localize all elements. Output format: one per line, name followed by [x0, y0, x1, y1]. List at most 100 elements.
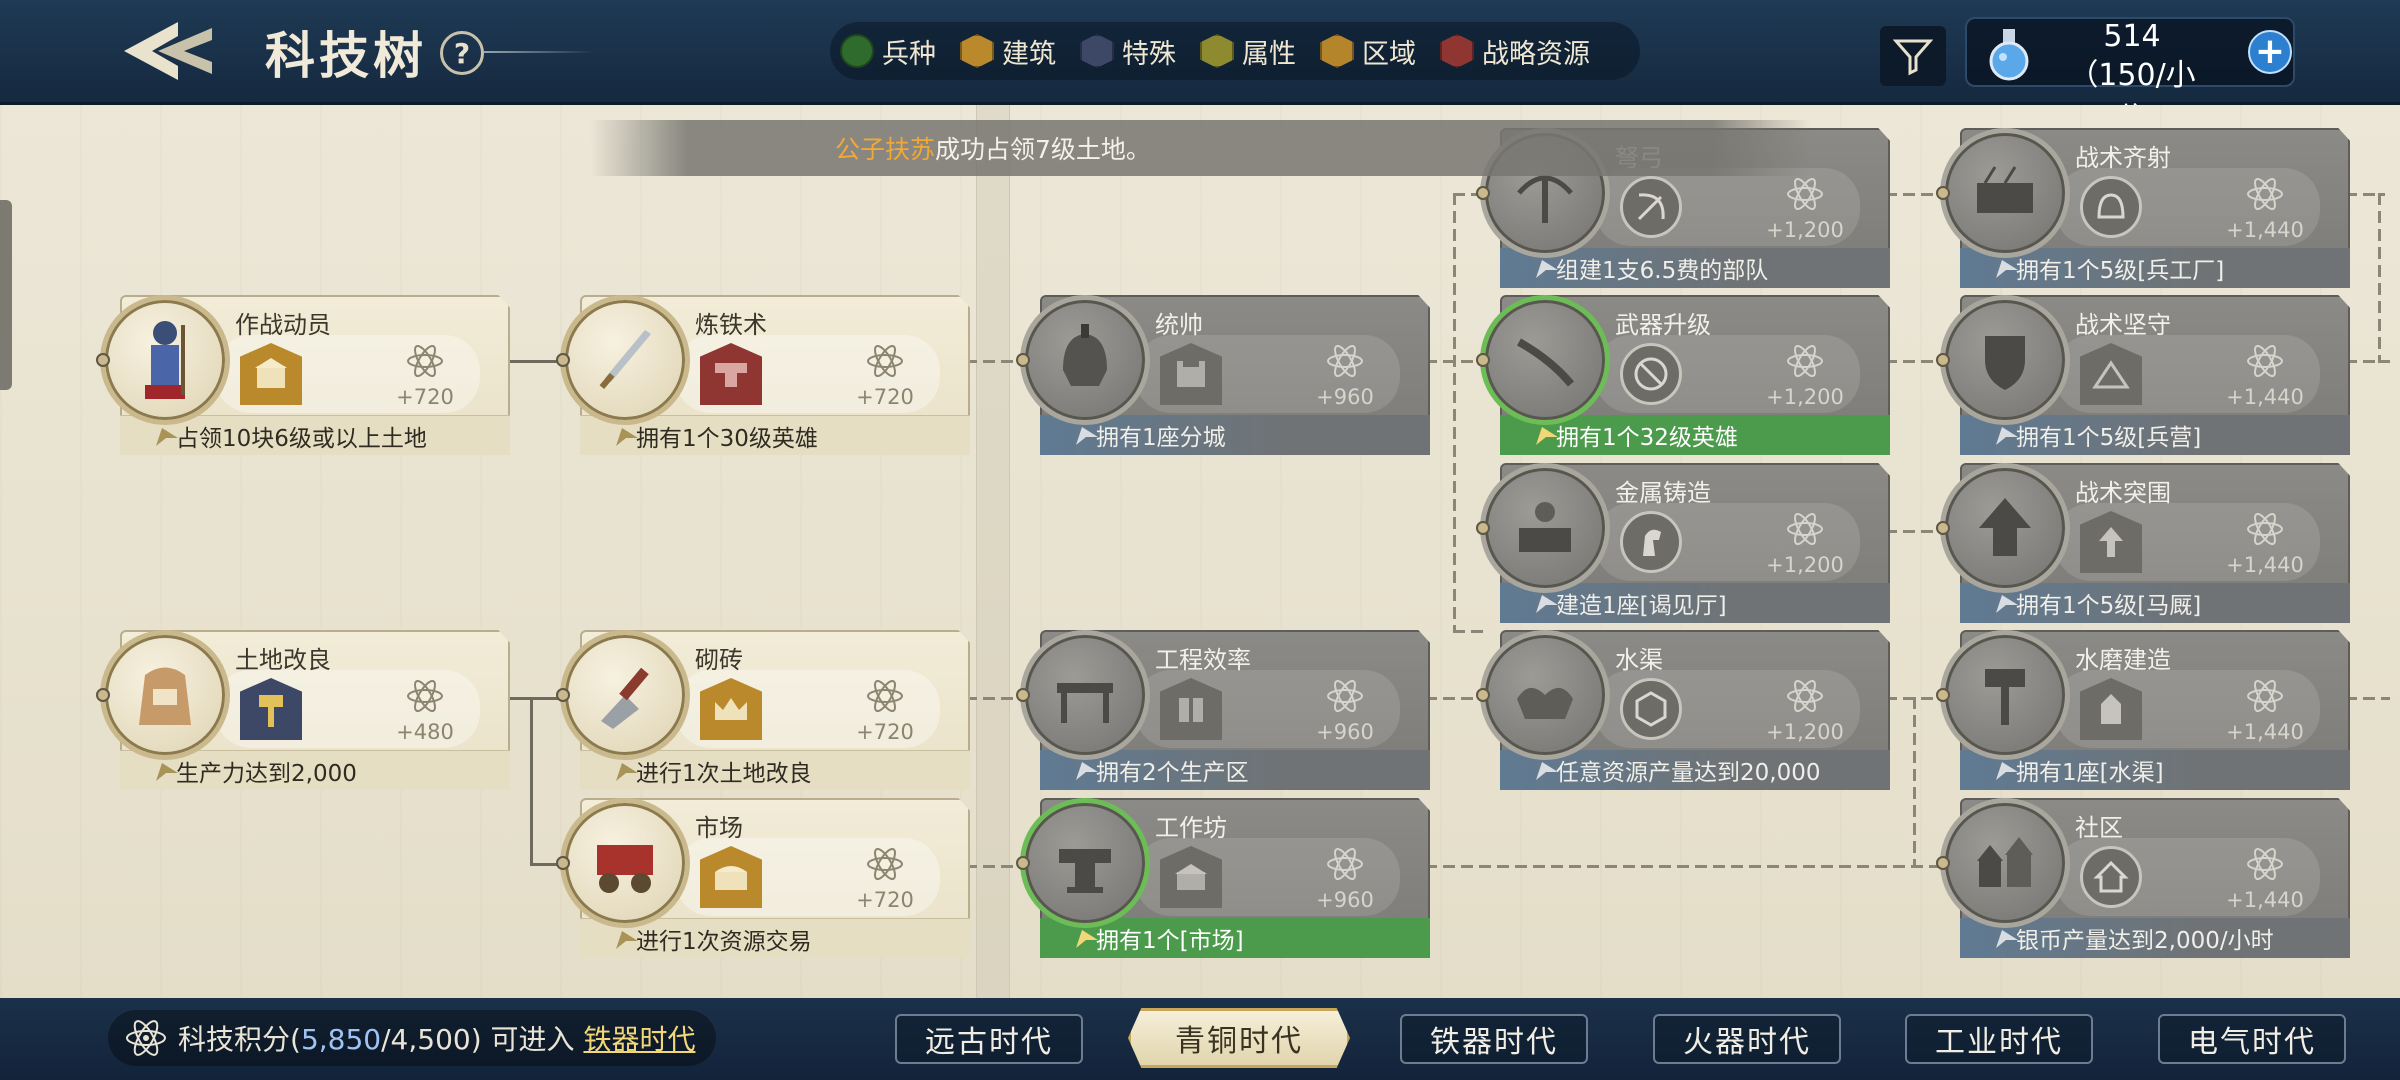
node-cost: +960 — [1316, 720, 1374, 744]
tech-node-gongzuofang[interactable]: 工作坊 +960 拥有1个[市场] — [1016, 798, 1430, 958]
atom-icon — [126, 1020, 166, 1056]
resource-value: 514 — [2103, 19, 2161, 54]
tab-era-bronze[interactable]: 青铜时代 — [1128, 1008, 1350, 1068]
tech-node-shuimo[interactable]: 水磨建造 +1,440 拥有1座[水渠] — [1936, 630, 2350, 790]
connector — [530, 697, 533, 865]
atom-icon — [1787, 512, 1823, 546]
legend-item-strategic[interactable]: 战略资源 — [1440, 32, 1590, 71]
tab-era-gunpowder[interactable]: 火器时代 — [1653, 1014, 1841, 1064]
connector-pin — [1936, 856, 1950, 870]
tech-score-text: 科技积分(5,850/4,500) 可进入 铁器时代 — [178, 1018, 695, 1058]
node-cost: +1,200 — [1766, 218, 1844, 242]
tech-node-gongcheng[interactable]: 工程效率 +960 拥有2个生产区 — [1016, 630, 1430, 790]
legend-label: 属性 — [1242, 38, 1296, 70]
node-cost: +480 — [396, 720, 454, 744]
tech-resource-box: 514 （150/小时） — [1965, 17, 2295, 137]
connector-pin — [1476, 353, 1490, 367]
forge-portrait-icon — [1480, 463, 1610, 593]
requirement-arrow-icon — [1996, 930, 2018, 948]
connector-pin — [1936, 353, 1950, 367]
sword-portrait-icon — [560, 295, 690, 425]
tab-era-electric[interactable]: 电气时代 — [2158, 1014, 2346, 1064]
atom-icon — [1787, 177, 1823, 211]
unit-swatch-icon — [840, 34, 874, 68]
connector — [1913, 697, 1916, 865]
node-cost: +960 — [1316, 385, 1374, 409]
aqueduct-round-icon — [1620, 678, 1682, 740]
tech-node-shichang[interactable]: 市场 +720 进行1次资源交易 — [556, 798, 970, 958]
hammer-portrait-icon — [1940, 630, 2070, 760]
node-cost: +1,200 — [1766, 385, 1844, 409]
requirement-arrow-icon — [156, 763, 178, 781]
hands-portrait-icon — [1480, 630, 1610, 760]
legend-item-special[interactable]: 特殊 — [1080, 32, 1176, 71]
tech-node-qizhuan[interactable]: 砌砖 +720 进行1次土地改良 — [556, 630, 970, 790]
tab-era-ancient[interactable]: 远古时代 — [895, 1014, 1083, 1064]
tech-node-tongshuai[interactable]: 统帅 +960 拥有1座分城 — [1016, 295, 1430, 455]
atom-icon — [1327, 344, 1363, 378]
legend-label: 区域 — [1362, 38, 1416, 70]
helmet-round-icon — [2080, 176, 2142, 238]
requirement-arrow-icon — [1536, 427, 1558, 445]
requirement-text: 进行1次土地改良 — [636, 760, 812, 787]
side-drawer-handle[interactable] — [0, 200, 12, 390]
requirement-text: 组建1支6.5费的部队 — [1556, 258, 1769, 284]
title-divider — [484, 51, 594, 53]
node-cost: +720 — [856, 888, 914, 912]
tech-node-zhanshu-jianshou[interactable]: 战术坚守 +1,440 拥有1个5级[兵营] — [1936, 295, 2350, 455]
connector-pin — [1476, 521, 1490, 535]
connector-pin — [1936, 688, 1950, 702]
tech-node-zhanshu-qishe[interactable]: 战术齐射 +1,440 拥有1个5级[兵工厂] — [1936, 128, 2350, 288]
tech-node-wuqi[interactable]: 武器升级 +1,200 拥有1个32级英雄 — [1476, 295, 1890, 455]
strategic-swatch-icon — [1440, 34, 1474, 68]
tech-node-shuiqu[interactable]: 水渠 +1,200 任意资源产量达到20,000 — [1476, 630, 1890, 790]
atom-icon — [2247, 344, 2283, 378]
connector-pin — [1936, 521, 1950, 535]
requirement-text: 拥有1个[市场] — [1096, 928, 1244, 954]
node-cost: +1,200 — [1766, 720, 1844, 744]
requirement-text: 银币产量达到2,000/小时 — [2016, 928, 2274, 954]
node-cost: +1,440 — [2226, 553, 2304, 577]
requirement-text: 拥有1个5级[兵工厂] — [2016, 258, 2225, 284]
requirement-arrow-icon — [1536, 595, 1558, 613]
blade-portrait-icon — [1480, 295, 1610, 425]
filter-button[interactable] — [1880, 26, 1946, 86]
atom-icon — [1327, 847, 1363, 881]
requirement-arrow-icon — [156, 428, 178, 446]
tab-era-iron[interactable]: 铁器时代 — [1400, 1014, 1588, 1064]
connector — [2345, 360, 2390, 363]
requirement-arrow-icon — [616, 428, 638, 446]
help-button[interactable]: ? — [440, 31, 484, 75]
breakout-portrait-icon — [1940, 463, 2070, 593]
add-resource-button[interactable]: + — [2248, 30, 2292, 74]
tab-era-industrial[interactable]: 工业时代 — [1905, 1014, 2093, 1064]
back-button[interactable] — [118, 18, 218, 84]
requirement-text: 进行1次资源交易 — [636, 928, 812, 955]
legend-item-unit[interactable]: 兵种 — [840, 32, 936, 71]
grain-sack-portrait-icon — [100, 630, 230, 760]
tech-node-jinshu[interactable]: 金属铸造 +1,200 建造1座[谒见厅] — [1476, 463, 1890, 623]
tech-node-tudi[interactable]: 土地改良 +480 生产力达到2,000 — [96, 630, 510, 790]
atom-icon — [867, 344, 903, 378]
node-cost: +1,440 — [2226, 385, 2304, 409]
horse-round-icon — [1620, 511, 1682, 573]
atom-icon — [2247, 512, 2283, 546]
atom-icon — [407, 679, 443, 713]
requirement-text: 拥有1座分城 — [1096, 425, 1226, 451]
legend-label: 兵种 — [882, 38, 936, 70]
tech-node-zhanshu-tuwei[interactable]: 战术突围 +1,440 拥有1个5级[马厩] — [1936, 463, 2350, 623]
tech-node-liantie[interactable]: 炼铁术 +720 拥有1个30级英雄 — [556, 295, 970, 455]
legend-item-region[interactable]: 区域 — [1320, 32, 1416, 71]
tech-node-shequ[interactable]: 社区 +1,440 银币产量达到2,000/小时 — [1936, 798, 2350, 958]
volley-portrait-icon — [1940, 128, 2070, 258]
legend-item-attribute[interactable]: 属性 — [1200, 32, 1296, 71]
legend-item-building[interactable]: 建筑 — [960, 32, 1056, 71]
back-arrow-icon — [124, 22, 212, 80]
requirement-arrow-icon — [1996, 427, 2018, 445]
tech-node-zuozhan[interactable]: 作战动员 +720 占领10块6级或以上土地 — [96, 295, 510, 455]
next-era-link[interactable]: 铁器时代 — [583, 1023, 695, 1056]
requirement-arrow-icon — [1996, 762, 2018, 780]
requirement-arrow-icon — [1076, 930, 1098, 948]
top-bar: 科技树 ? 兵种 建筑 特殊 属性 区域 战略资源 514 （150/小 + — [0, 0, 2400, 137]
node-cost: +720 — [856, 720, 914, 744]
